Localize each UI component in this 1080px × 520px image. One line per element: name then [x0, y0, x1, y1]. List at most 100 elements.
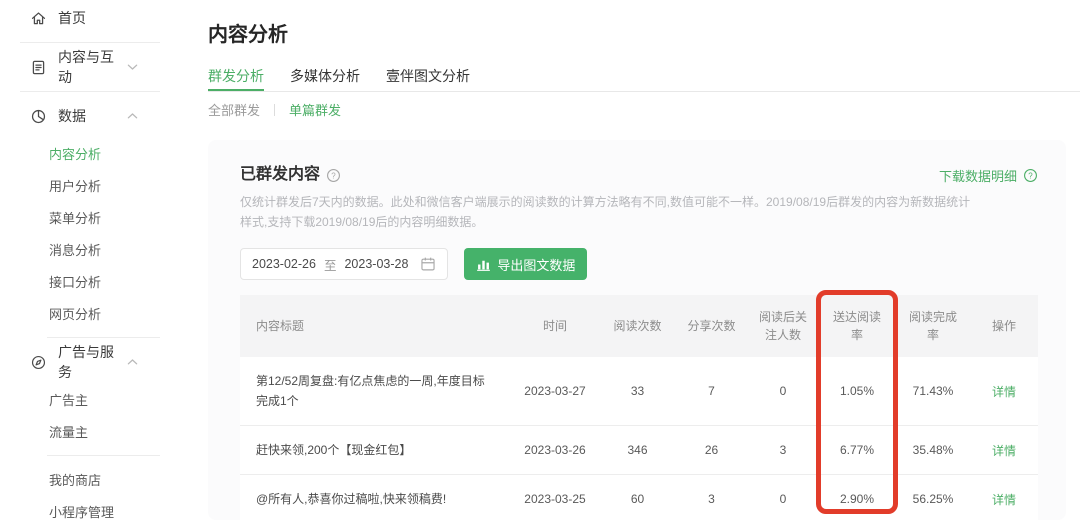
sidebar-item-5[interactable]: 内容分析 [0, 139, 160, 171]
sidebar-item-13[interactable]: 广告主 [0, 385, 160, 417]
card-header: 已群发内容 ? 下载数据明细 ? [240, 164, 1038, 186]
sidebar-group-12[interactable]: 广告与服务 [0, 344, 160, 380]
detail-link[interactable]: 详情 [992, 493, 1016, 507]
date-start[interactable]: 2023-02-26 [252, 257, 316, 271]
sidebar-group-label: 广告与服务 [58, 344, 114, 380]
column-header-7: 操作 [991, 319, 1016, 333]
sidebar-item-16[interactable]: 我的商店 [0, 465, 160, 497]
cell-value: 2023-03-25 [524, 492, 586, 506]
date-end[interactable]: 2023-03-28 [344, 257, 408, 271]
table-row: @所有人,恭喜你过稿啦,快来领稿费! 2023-03-25 60 3 0 2.90% 56.… [240, 474, 1038, 520]
column-header-5: 送达阅读率 [832, 310, 881, 342]
subtab-1[interactable]: 单篇群发 [289, 100, 341, 119]
chevron-up-icon[interactable] [127, 112, 138, 120]
column-header-1: 时间 [542, 319, 567, 333]
cell-action: 详情 [970, 383, 1038, 400]
content-table: 内容标题 时间 阅读次数 分享次数 阅读后关注人数 送达阅读率 阅读完成率 操作 第12/52… [240, 295, 1038, 520]
sidebar-group-label: 数据 [58, 108, 86, 124]
cell-value: 33 [630, 384, 645, 398]
chevron-down-icon[interactable] [127, 63, 138, 71]
help-icon[interactable]: ? [326, 168, 341, 183]
detail-link[interactable]: 详情 [992, 385, 1016, 399]
pie-chart-icon [30, 108, 47, 125]
sidebar-item-9[interactable]: 接口分析 [0, 267, 160, 299]
cell-action: 详情 [970, 491, 1038, 508]
tab-1[interactable]: 多媒体分析 [290, 66, 360, 91]
tab-bar: 群发分析 多媒体分析 壹伴图文分析 [208, 66, 1080, 92]
cell-value: 2.90% [839, 492, 875, 506]
compass-icon [30, 354, 47, 371]
cell-value: 2023-03-27 [524, 384, 586, 398]
table-body: 第12/52周复盘:有亿点焦虑的一周,年度目标完成1个 2023-03-27 33 7… [240, 357, 1038, 520]
document-icon [30, 59, 47, 76]
sidebar-item-17[interactable]: 小程序管理 [0, 497, 160, 520]
cell-value: 26 [704, 443, 719, 457]
cell-value: 3 [779, 443, 787, 457]
cell-title: @所有人,恭喜你过稿啦,快来领稿费! [256, 492, 447, 506]
sidebar-divider [20, 42, 160, 43]
tab-2[interactable]: 壹伴图文分析 [386, 66, 470, 91]
sidebar-divider [47, 337, 160, 338]
cell-title: 第12/52周复盘:有亿点焦虑的一周,年度目标完成1个 [256, 374, 485, 408]
description-line: 样式,支持下载2019/08/19后的内容明细数据。 [240, 215, 484, 229]
sidebar-divider [20, 91, 160, 92]
column-header-0: 内容标题 [256, 319, 305, 333]
date-separator: 至 [323, 258, 337, 273]
cell-value: 56.25% [912, 492, 954, 506]
sidebar-divider [47, 455, 160, 456]
content-card: 已群发内容 ? 下载数据明细 ? 仅统计群发后7天内的数据。此处和微信客户端展示… [208, 140, 1066, 520]
cell-value: 346 [627, 443, 648, 457]
table-row: 第12/52周复盘:有亿点焦虑的一周,年度目标完成1个 2023-03-27 33 7… [240, 357, 1038, 425]
sidebar-item-6[interactable]: 用户分析 [0, 171, 160, 203]
cell-value: 0 [779, 492, 787, 506]
cell-value: 2023-03-26 [524, 443, 586, 457]
column-header-2: 阅读次数 [613, 319, 662, 333]
card-description: 仅统计群发后7天内的数据。此处和微信客户端展示的阅读数的计算方法略有不同,数值可… [240, 192, 1038, 232]
cell-value: 6.77% [839, 443, 875, 457]
cell-value: 7 [708, 384, 715, 398]
sidebar-group-4[interactable]: 数据 [0, 98, 160, 134]
table-header-row: 内容标题 时间 阅读次数 分享次数 阅读后关注人数 送达阅读率 阅读完成率 操作 [240, 295, 1038, 357]
date-range-picker[interactable]: 2023-02-26 至 2023-03-28 [240, 248, 449, 280]
export-chart-data-button[interactable]: 导出图文数据 [464, 248, 588, 280]
svg-text:?: ? [331, 171, 336, 180]
detail-link[interactable]: 详情 [992, 444, 1016, 458]
cell-value: 71.43% [912, 384, 954, 398]
cell-value: 60 [630, 492, 645, 506]
cell-value: 0 [779, 384, 787, 398]
tab-0[interactable]: 群发分析 [208, 66, 264, 91]
cell-action: 详情 [970, 442, 1038, 459]
home-icon [30, 10, 47, 27]
chevron-up-icon[interactable] [127, 358, 138, 366]
table-controls: 2023-02-26 至 2023-03-28 导出图文数据 [240, 248, 1038, 280]
sidebar-group-0[interactable]: 首页 [0, 0, 160, 36]
sidebar: 首页内容与互动数据内容分析 用户分析 菜单分析 消息分析 接口分析 网页分析广告与服务广告… [0, 0, 160, 520]
download-data-label: 下载数据明细 [938, 168, 1017, 184]
cell-value: 3 [708, 492, 715, 506]
sidebar-group-label: 内容与互动 [58, 49, 114, 85]
sidebar-group-label: 首页 [58, 10, 86, 26]
sidebar-item-10[interactable]: 网页分析 [0, 299, 160, 331]
svg-text:?: ? [1028, 171, 1033, 180]
page-title: 内容分析 [208, 24, 288, 46]
description-line: 仅统计群发后7天内的数据。此处和微信客户端展示的阅读数的计算方法略有不同,数值可… [240, 195, 971, 209]
table-row: 赶快来领,200个【现金红包】 2023-03-26 346 26 3 6.77% 35.4… [240, 425, 1038, 474]
sidebar-item-8[interactable]: 消息分析 [0, 235, 160, 267]
card-title: 已群发内容 [240, 166, 321, 183]
help-icon[interactable]: ? [1023, 168, 1038, 183]
cell-value: 1.05% [839, 384, 875, 398]
cell-value: 35.48% [912, 443, 954, 457]
sidebar-item-7[interactable]: 菜单分析 [0, 203, 160, 235]
column-header-4: 阅读后关注人数 [758, 310, 807, 342]
subtab-divider [274, 103, 276, 116]
bar-chart-icon [476, 257, 491, 272]
column-header-3: 分享次数 [687, 319, 736, 333]
download-data-link[interactable]: 下载数据明细 ? [939, 166, 1038, 185]
calendar-icon[interactable] [420, 256, 436, 272]
export-button-label: 导出图文数据 [497, 257, 576, 273]
subtab-0[interactable]: 全部群发 [208, 100, 260, 119]
sidebar-group-2[interactable]: 内容与互动 [0, 49, 160, 85]
cell-title: 赶快来领,200个【现金红包】 [256, 443, 412, 457]
sidebar-item-14[interactable]: 流量主 [0, 417, 160, 449]
subtab-bar: 全部群发 单篇群发 [208, 100, 341, 119]
